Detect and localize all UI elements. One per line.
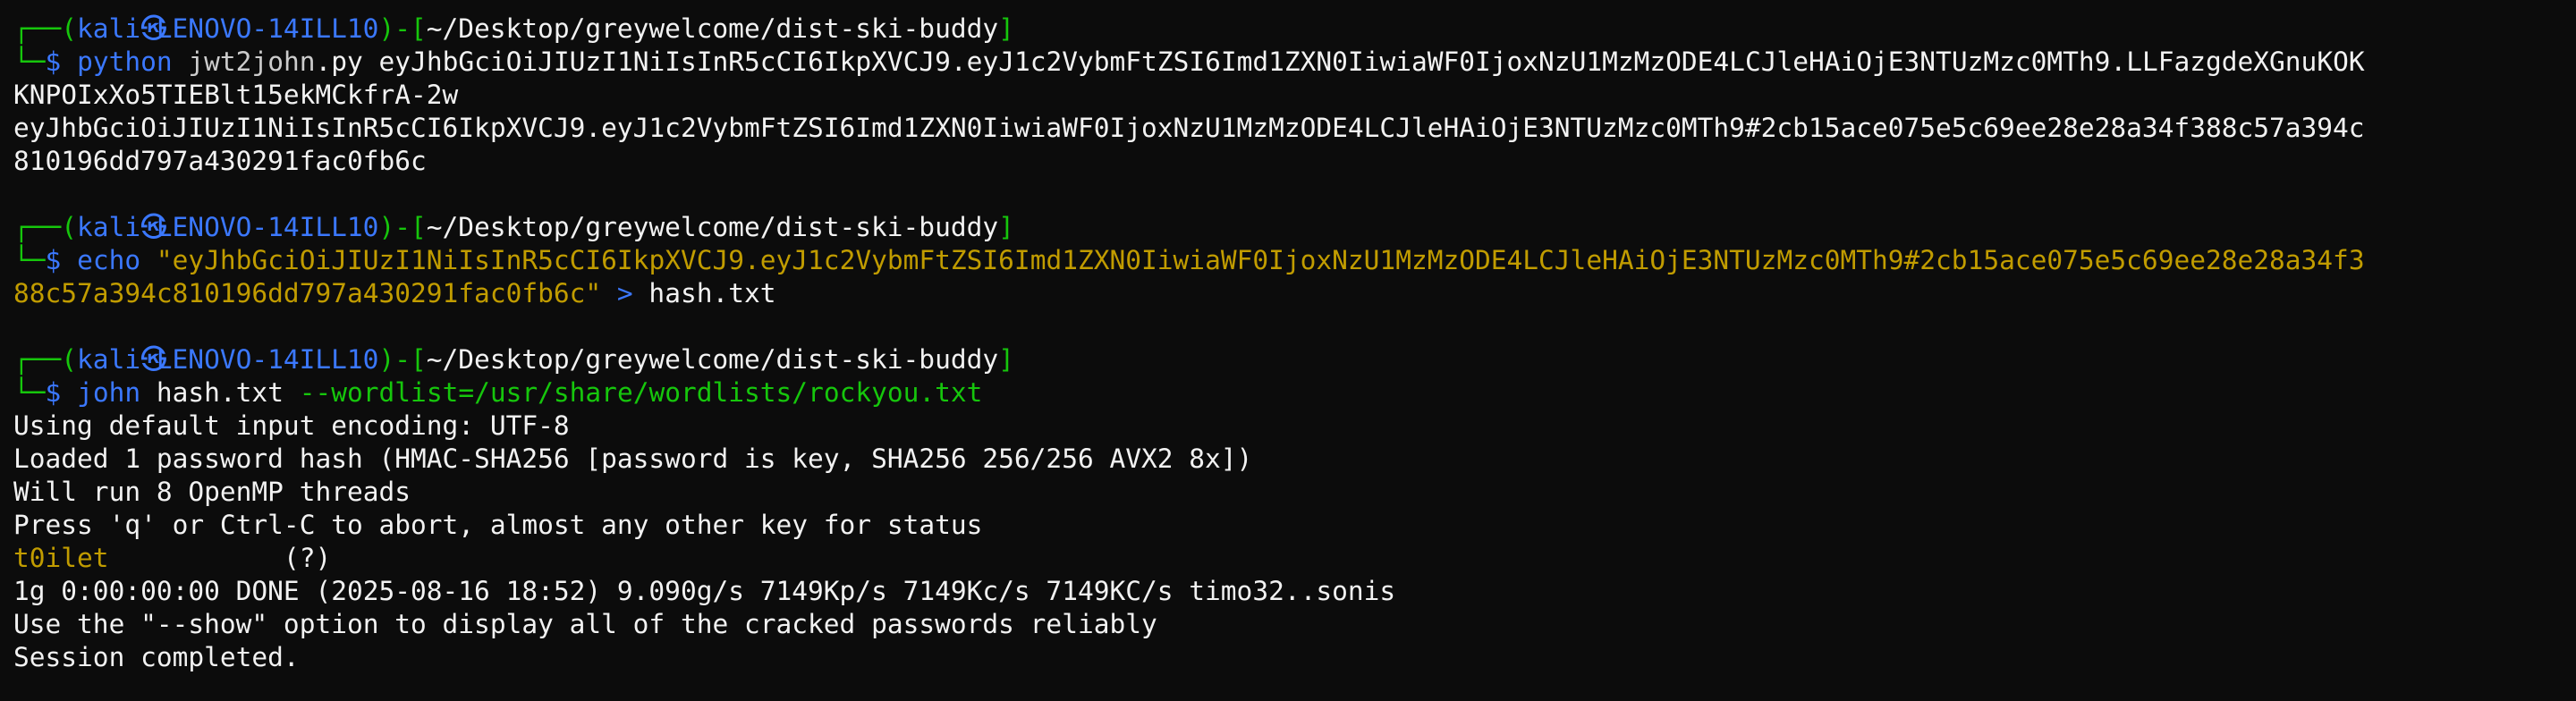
prompt-host: LENOVO-14ILL10 (156, 344, 379, 375)
command-string: "eyJhbGciOiJIUzI1NiIsInR5cCI6IkpXVCJ9.ey… (140, 245, 2365, 275)
prompt-cwd: ~/Desktop/greywelcome/dist-ski-buddy (426, 344, 999, 375)
cracked-user-label: (?) (283, 543, 332, 573)
redirect-operator: > (601, 278, 633, 308)
prompt-frame: └─ (13, 377, 46, 408)
prompt-dollar: $ (45, 377, 78, 408)
output-line: Use the "--show" option to display all o… (13, 609, 1157, 639)
prompt-dollar: $ (45, 245, 78, 275)
command-name: john (77, 377, 141, 408)
prompt-host: LENOVO-14ILL10 (156, 212, 379, 242)
cracked-password: t0ilet (13, 543, 109, 573)
command-args: jwt2john (172, 46, 316, 77)
command-line: └─$ echo "eyJhbGciOiJIUzI1NiIsInR5cCI6Ik… (13, 244, 2576, 277)
prompt-dollar: $ (45, 46, 78, 77)
kali-at-icon: ㉿ (140, 212, 167, 242)
prompt-frame: )-[ (378, 344, 427, 375)
prompt-cwd: ~/Desktop/greywelcome/dist-ski-buddy (426, 13, 999, 44)
prompt-line: ┌──(kali㉿LENOVO-14ILL10)-[~/Desktop/grey… (13, 13, 2576, 46)
terminal-window[interactable]: ┌──(kali㉿LENOVO-14ILL10)-[~/Desktop/grey… (0, 0, 2576, 701)
prompt-user: kali (77, 344, 141, 375)
prompt-line: ┌──(kali㉿LENOVO-14ILL10)-[~/Desktop/grey… (13, 211, 2576, 244)
cracked-gap (109, 543, 284, 573)
prompt-host: LENOVO-14ILL10 (156, 13, 379, 44)
output-line: 810196dd797a430291fac0fb6c (13, 146, 427, 176)
command-args: .py eyJhbGciOiJIUzI1NiIsInR5cCI6IkpXVCJ9… (315, 46, 2365, 77)
command-line: └─$ john hash.txt --wordlist=/usr/share/… (13, 376, 2576, 410)
command-line-wrap: 88c57a394c810196dd797a430291fac0fb6c" > … (13, 277, 2576, 310)
command-option: --wordlist=/usr/share/wordlists/rockyou.… (283, 377, 983, 408)
command-file: hash.txt (140, 377, 284, 408)
prompt-frame: ┌──( (13, 212, 78, 242)
prompt-frame: └─ (13, 46, 46, 77)
prompt-frame: └─ (13, 245, 46, 275)
prompt-cwd: ~/Desktop/greywelcome/dist-ski-buddy (426, 212, 999, 242)
output-line: Session completed. (13, 642, 300, 672)
output-line: Press 'q' or Ctrl-C to abort, almost any… (13, 510, 983, 540)
command-file: hash.txt (632, 278, 776, 308)
output-line: Using default input encoding: UTF-8 (13, 410, 570, 441)
prompt-frame: ] (998, 13, 1014, 44)
command-line: └─$ python jwt2john.py eyJhbGciOiJIUzI1N… (13, 46, 2576, 79)
output-line: Loaded 1 password hash (HMAC-SHA256 [pas… (13, 443, 1253, 474)
kali-at-icon: ㉿ (140, 344, 167, 375)
prompt-frame: )-[ (378, 212, 427, 242)
output-line: 1g 0:00:00:00 DONE (2025-08-16 18:52) 9.… (13, 576, 1396, 606)
prompt-user: kali (77, 212, 141, 242)
kali-at-icon: ㉿ (140, 13, 167, 44)
prompt-frame: ] (998, 212, 1014, 242)
command-name: echo (77, 245, 141, 275)
prompt-frame: )-[ (378, 13, 427, 44)
command-args-wrap: KNPOIxXo5TIEBlt15ekMCkfrA-2w (13, 80, 459, 110)
prompt-frame: ┌──( (13, 344, 78, 375)
prompt-line: ┌──(kali㉿LENOVO-14ILL10)-[~/Desktop/grey… (13, 343, 2576, 376)
prompt-frame: ┌──( (13, 13, 78, 44)
output-line: eyJhbGciOiJIUzI1NiIsInR5cCI6IkpXVCJ9.eyJ… (13, 113, 2365, 143)
command-string: 88c57a394c810196dd797a430291fac0fb6c" (13, 278, 602, 308)
output-line: Will run 8 OpenMP threads (13, 477, 411, 507)
prompt-user: kali (77, 13, 141, 44)
prompt-frame: ] (998, 344, 1014, 375)
cracked-password-line: t0ilet (?) (13, 542, 2576, 575)
command-name: python (77, 46, 173, 77)
